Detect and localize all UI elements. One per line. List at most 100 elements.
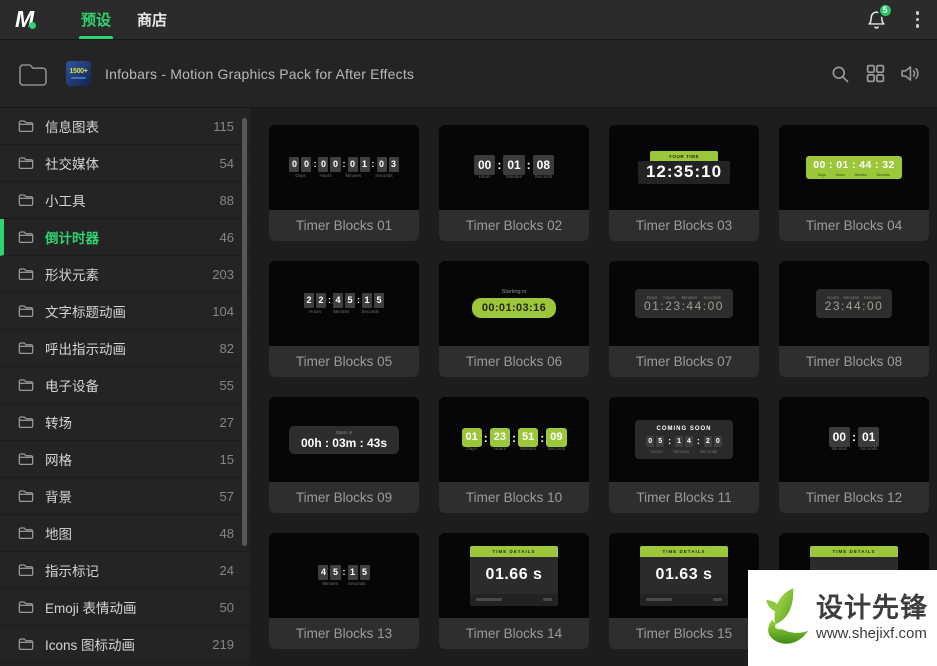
sidebar-scrollbar[interactable]	[242, 118, 247, 546]
timer-time: 23:44:00	[825, 300, 884, 313]
sidebar-item-13[interactable]: 指示标记24	[0, 552, 250, 589]
colon: :	[666, 435, 673, 448]
timer-digit: 3	[389, 157, 399, 172]
sidebar-item-12[interactable]: 地图48	[0, 515, 250, 552]
tab-store[interactable]: 商店	[137, 0, 167, 39]
preset-card-name: Timer Blocks 02	[466, 218, 562, 233]
timer-unit-label: Seconds	[876, 174, 890, 178]
timer-group: 09Seconds	[546, 428, 566, 452]
colon: :	[328, 296, 331, 305]
timer-unit-label: Hours	[836, 174, 845, 178]
speaker-icon	[899, 63, 921, 84]
colon: :	[484, 431, 488, 445]
search-button[interactable]	[829, 63, 851, 85]
timer-tag: YOUR TIME	[650, 151, 718, 161]
preset-thumbnail: COMING SOON05:14:20HoursMinutesSeconds	[609, 397, 759, 482]
timer-tag: COMING SOON	[656, 426, 711, 432]
timer-group: 01Minutes	[503, 155, 524, 180]
preset-card[interactable]: HoursMinutesSeconds23:44:00Timer Blocks …	[779, 261, 929, 377]
folder-icon	[18, 119, 34, 133]
folder-icon[interactable]	[18, 61, 48, 87]
preset-card[interactable]: 22:45:15HoursMinutesSecondsTimer Blocks …	[269, 261, 419, 377]
folder-icon	[18, 600, 34, 614]
timer-unit-label: Minutes	[854, 174, 866, 178]
sound-toggle-button[interactable]	[899, 63, 921, 85]
shejixf-bird-logo-icon	[756, 584, 814, 652]
sidebar-item-count: 46	[220, 230, 234, 245]
preset-card[interactable]: COMING SOON05:14:20HoursMinutesSecondsTi…	[609, 397, 759, 513]
kebab-menu-button[interactable]	[910, 7, 926, 32]
sidebar-item-11[interactable]: 背景57	[0, 478, 250, 515]
timer-digit-row: 22:45:15	[303, 293, 385, 308]
preset-card[interactable]: Starting in00:01:03:16Timer Blocks 06	[439, 261, 589, 377]
timer-unit-label: Minutes	[506, 175, 522, 180]
sidebar-item-count: 24	[220, 563, 234, 578]
preset-card-name: Timer Blocks 12	[806, 490, 902, 505]
timer-group: 08Seconds	[533, 155, 554, 180]
timer-preview: HoursMinutesSeconds23:44:00	[816, 289, 893, 319]
timer-unit-label: Hours	[479, 175, 491, 180]
preset-card[interactable]: 00Hours:01Minutes:08SecondsTimer Blocks …	[439, 125, 589, 241]
sidebar-item-8[interactable]: 电子设备55	[0, 367, 250, 404]
preset-card[interactable]: 00 : 01 : 44 : 32DaysHoursMinutesSeconds…	[779, 125, 929, 241]
preset-card[interactable]: TIME DETAILS01.66 sTimer Blocks 14	[439, 533, 589, 649]
sidebar-item-count: 219	[212, 637, 234, 652]
notification-bell-button[interactable]: 5	[866, 9, 888, 31]
timer-digit: 0	[301, 157, 311, 172]
preset-thumbnail: 45:15MinutesSeconds	[269, 533, 419, 618]
sidebar-item-count: 88	[220, 193, 234, 208]
sidebar-item-label: 电子设备	[45, 375, 220, 395]
preset-card[interactable]: 01Days:23Hours:51Minutes:09SecondsTimer …	[439, 397, 589, 513]
pack-badge-decor	[71, 77, 86, 79]
sidebar-item-9[interactable]: 转场27	[0, 404, 250, 441]
timer-digit: 4	[318, 565, 328, 580]
sidebar-item-10[interactable]: 网格15	[0, 441, 250, 478]
sidebar-item-4[interactable]: 倒计时器46	[0, 219, 250, 256]
preset-card-name: Timer Blocks 09	[296, 490, 392, 505]
timer-digit: 0	[348, 157, 358, 172]
folder-icon	[18, 304, 34, 318]
folder-icon	[18, 526, 34, 540]
preset-thumbnail: TIME DETAILS01.63 s	[609, 533, 759, 618]
timer-tag: Starting in	[502, 289, 527, 295]
sidebar-item-label: 倒计时器	[45, 227, 220, 247]
sidebar-item-3[interactable]: 小工具88	[0, 182, 250, 219]
colon: :	[527, 158, 531, 172]
folder-icon	[18, 341, 34, 355]
sidebar-item-14[interactable]: Emoji 表情动画50	[0, 589, 250, 626]
colon: :	[343, 568, 346, 577]
timer-digit-group: 51	[518, 428, 538, 447]
sidebar-item-5[interactable]: 形状元素203	[0, 256, 250, 293]
preset-card[interactable]: Starts in00h : 03m : 43s Timer Blocks 09	[269, 397, 419, 513]
tab-presets[interactable]: 预设	[81, 0, 111, 39]
preset-card[interactable]: TIME DETAILS01.63 sTimer Blocks 15	[609, 533, 759, 649]
preset-card[interactable]: YOUR TIME12:35:10Timer Blocks 03	[609, 125, 759, 241]
preset-card[interactable]: 00Minutes:01SecondsTimer Blocks 12	[779, 397, 929, 513]
pack-badge-label: 1500+	[69, 68, 87, 75]
sidebar-item-7[interactable]: 呼出指示动画82	[0, 330, 250, 367]
timer-unit-label: Days	[295, 174, 305, 179]
sidebar-item-6[interactable]: 文字标题动画104	[0, 293, 250, 330]
timer-time: 00:01:03:16	[472, 298, 556, 318]
grid-view-button[interactable]	[864, 63, 886, 85]
sidebar-item-15[interactable]: Icons 图标动画219	[0, 626, 250, 663]
timer-unit-label: Minutes	[322, 582, 338, 587]
app-logo[interactable]: M	[15, 0, 67, 39]
colon: :	[695, 435, 702, 448]
timer-digit-group: 00	[474, 155, 495, 175]
preset-card[interactable]: 00:00:01:03DaysHoursMinutesSecondsTimer …	[269, 125, 419, 241]
sidebar-item-2[interactable]: 社交媒体54	[0, 145, 250, 182]
timer-preview: Starts in00h : 03m : 43s	[289, 426, 399, 454]
timer-unit-label: Seconds	[361, 310, 379, 315]
timer-unit-label: Minutes	[333, 310, 349, 315]
colon: :	[540, 431, 544, 445]
sidebar-item-1[interactable]: 信息图表115	[0, 108, 250, 145]
timer-preview: 00 : 01 : 44 : 32DaysHoursMinutesSeconds	[806, 156, 902, 179]
preset-thumbnail: Starts in00h : 03m : 43s	[269, 397, 419, 482]
timer-time: 00h : 03m : 43s	[301, 436, 387, 450]
folder-icon	[18, 156, 34, 170]
preset-card[interactable]: 45:15MinutesSecondsTimer Blocks 13	[269, 533, 419, 649]
timer-digit: 2	[316, 293, 326, 308]
colon: :	[313, 160, 316, 169]
preset-card[interactable]: DaysHoursMinutesSeconds01:23:44:00Timer …	[609, 261, 759, 377]
